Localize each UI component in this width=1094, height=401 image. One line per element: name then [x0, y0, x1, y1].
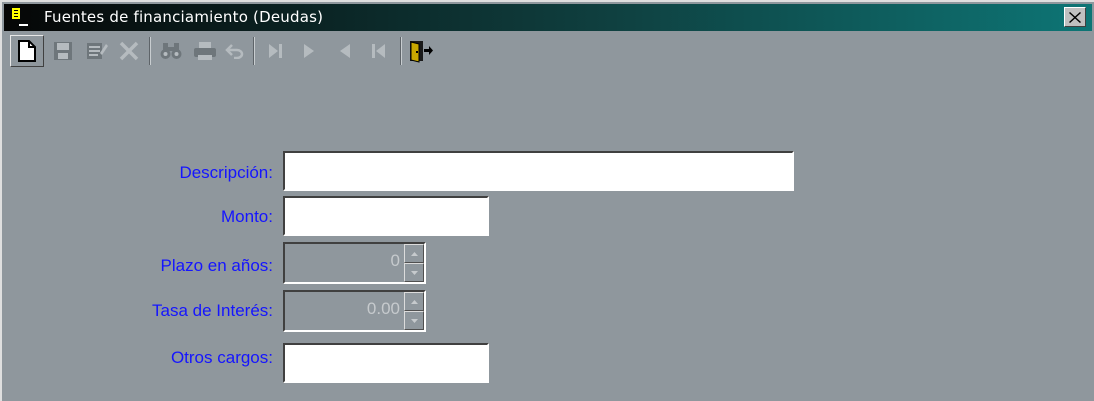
- save-button[interactable]: [46, 35, 80, 67]
- toolbar-separator: [253, 37, 255, 65]
- new-document-icon: [18, 40, 36, 62]
- otros-cargos-field[interactable]: [283, 343, 489, 383]
- otros-cargos-label: Otros cargos:: [170, 348, 273, 367]
- last-record-icon: [269, 44, 282, 58]
- toolbar-separator: [400, 37, 402, 65]
- descripcion-input[interactable]: [285, 153, 792, 189]
- edit-button[interactable]: [80, 35, 114, 67]
- arrow-down-icon: [410, 270, 418, 275]
- edit-icon: [87, 43, 108, 59]
- save-icon: [54, 42, 72, 60]
- form-window: Fuentes de financiamiento (Deudas) Descr…: [0, 0, 1094, 401]
- monto-label: Monto:: [221, 207, 273, 226]
- descripcion-label: Descripción:: [179, 163, 273, 182]
- delete-button[interactable]: [112, 35, 146, 67]
- previous-record-icon: [340, 44, 350, 58]
- otros-cargos-input[interactable]: [285, 345, 487, 381]
- spin-up-button[interactable]: [404, 244, 424, 263]
- arrow-up-icon: [410, 299, 418, 304]
- window-menu-icon[interactable]: [12, 8, 28, 27]
- plazo-spin-buttons: [404, 244, 424, 282]
- exit-icon: [410, 41, 433, 63]
- undo-icon: [225, 44, 244, 59]
- arrow-up-icon: [410, 251, 418, 256]
- monto-field[interactable]: [283, 196, 489, 236]
- exit-button[interactable]: [404, 35, 438, 67]
- window-title: Fuentes de financiamiento (Deudas): [44, 8, 324, 26]
- find-button[interactable]: [154, 35, 188, 67]
- plazo-spinner[interactable]: 0: [283, 242, 426, 284]
- first-record-button[interactable]: [362, 35, 396, 67]
- delete-icon: [119, 41, 139, 61]
- previous-record-button[interactable]: [328, 35, 362, 67]
- print-icon: [194, 42, 216, 60]
- undo-button[interactable]: [218, 35, 252, 67]
- toolbar-separator: [149, 37, 151, 65]
- spin-down-button[interactable]: [404, 311, 424, 330]
- toolbar: [6, 31, 1092, 71]
- spin-down-button[interactable]: [404, 263, 424, 282]
- tasa-spinner[interactable]: 0.00: [283, 290, 426, 332]
- find-icon: [160, 43, 182, 59]
- next-record-button[interactable]: [292, 35, 326, 67]
- close-icon: [1069, 11, 1081, 23]
- first-record-icon: [372, 44, 385, 58]
- print-button[interactable]: [188, 35, 222, 67]
- close-button[interactable]: [1064, 7, 1086, 27]
- tasa-value: 0.00: [366, 299, 400, 318]
- title-bar[interactable]: Fuentes de financiamiento (Deudas): [4, 4, 1092, 31]
- last-record-button[interactable]: [258, 35, 292, 67]
- spin-up-button[interactable]: [404, 292, 424, 311]
- descripcion-field[interactable]: [283, 151, 794, 191]
- tasa-label: Tasa de Interés:: [152, 301, 273, 320]
- arrow-down-icon: [410, 318, 418, 323]
- plazo-value: 0: [390, 251, 400, 270]
- monto-input[interactable]: [285, 198, 487, 234]
- tasa-spin-buttons: [404, 292, 424, 330]
- new-button[interactable]: [10, 35, 44, 67]
- plazo-label: Plazo en años:: [160, 256, 273, 275]
- next-record-icon: [304, 44, 314, 58]
